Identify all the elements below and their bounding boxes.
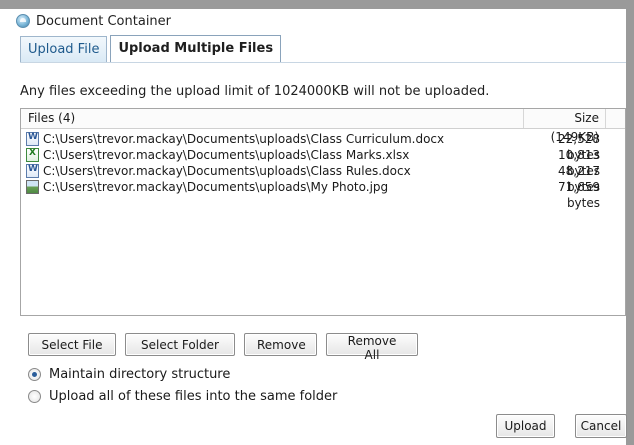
file-list-header: Files (4) Size (149KB)	[21, 109, 625, 144]
tab-upload-multiple-files[interactable]: Upload Multiple Files	[110, 35, 282, 63]
maintain-structure-option[interactable]: Maintain directory structure	[28, 367, 230, 382]
file-action-buttons: Select File Select Folder Remove Remove …	[28, 333, 418, 362]
file-list[interactable]: Files (4) Size (149KB) C:\Users\trevor.m…	[20, 108, 626, 316]
tab-divider	[20, 62, 626, 63]
list-item[interactable]: C:\Users\trevor.mackay\Documents\uploads…	[21, 131, 625, 162]
list-item[interactable]: C:\Users\trevor.mackay\Documents\uploads…	[21, 163, 625, 194]
word-doc-icon	[26, 164, 39, 178]
upload-button[interactable]: Upload	[496, 414, 555, 438]
file-list-rows: C:\Users\trevor.mackay\Documents\uploads…	[21, 131, 625, 210]
image-file-icon	[26, 180, 39, 194]
select-file-button[interactable]: Select File	[28, 333, 116, 356]
list-item[interactable]: C:\Users\trevor.mackay\Documents\uploads…	[21, 179, 625, 210]
select-folder-button[interactable]: Select Folder	[125, 333, 235, 356]
file-path: C:\Users\trevor.mackay\Documents\uploads…	[43, 148, 410, 162]
tab-upload-file[interactable]: Upload File	[20, 36, 108, 63]
upload-limit-note: Any files exceeding the upload limit of …	[20, 84, 490, 99]
same-folder-option[interactable]: Upload all of these files into the same …	[28, 389, 337, 404]
window-border-right	[626, 0, 634, 445]
word-doc-icon	[26, 132, 39, 146]
file-path: C:\Users\trevor.mackay\Documents\uploads…	[43, 164, 411, 178]
same-folder-label: Upload all of these files into the same …	[49, 389, 338, 404]
upload-dialog: Document Container Upload File Upload Mu…	[0, 0, 634, 445]
remove-all-button[interactable]: Remove All	[326, 333, 418, 362]
size-column-header[interactable]: Size (149KB)	[524, 109, 606, 144]
same-folder-radio[interactable]	[28, 390, 41, 403]
files-column-header[interactable]: Files (4)	[21, 109, 524, 128]
maintain-structure-radio[interactable]	[28, 368, 41, 381]
file-size: 71,659 bytes	[558, 180, 600, 210]
globe-icon	[16, 14, 30, 28]
file-path: C:\Users\trevor.mackay\Documents\uploads…	[43, 132, 445, 146]
title-bar: Document Container	[16, 12, 171, 30]
window-title: Document Container	[36, 13, 172, 29]
tab-strip: Upload File Upload Multiple Files	[20, 35, 284, 63]
window-border-top	[0, 0, 634, 9]
maintain-structure-label: Maintain directory structure	[49, 367, 231, 382]
list-item[interactable]: C:\Users\trevor.mackay\Documents\uploads…	[21, 147, 625, 178]
cancel-button[interactable]: Cancel	[575, 414, 627, 438]
excel-sheet-icon	[26, 148, 39, 162]
remove-button[interactable]: Remove	[244, 333, 317, 356]
file-path: C:\Users\trevor.mackay\Documents\uploads…	[43, 180, 389, 194]
